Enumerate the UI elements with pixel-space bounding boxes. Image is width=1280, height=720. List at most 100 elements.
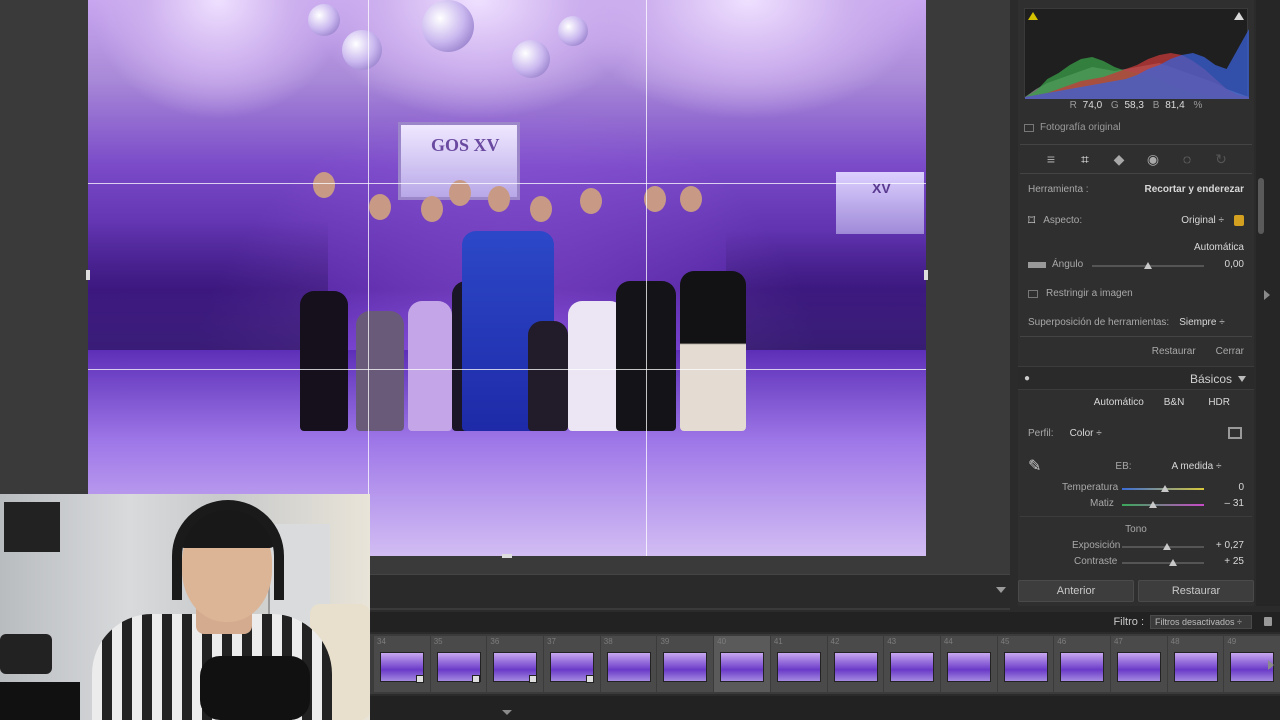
table (0, 682, 80, 720)
sliders-icon[interactable]: ≡ (1042, 150, 1060, 168)
filmstrip-thumbnail[interactable]: 48 (1167, 636, 1224, 692)
automatica-button[interactable]: Automática (1194, 242, 1244, 253)
filmstrip-thumbnail[interactable]: 47 (1110, 636, 1167, 692)
contraste-value[interactable]: + 25 (1224, 556, 1244, 567)
filmstrip-thumbnail[interactable]: 40 (714, 636, 770, 692)
temperatura-slider[interactable] (1122, 485, 1204, 492)
filmstrip-thumbnail[interactable]: 46 (1054, 636, 1110, 692)
original-photo-toggle[interactable]: Fotografía original (1024, 122, 1121, 133)
thumbnail-number: 49 (1227, 637, 1237, 646)
restringir-checkbox[interactable] (1028, 289, 1038, 298)
angulo-slider-thumb[interactable] (1144, 262, 1152, 269)
contraste-slider[interactable] (1122, 559, 1204, 566)
edited-badge-icon (585, 675, 594, 683)
eraser-icon[interactable]: ◆ (1110, 150, 1128, 168)
exposicion-value[interactable]: + 0,27 (1216, 540, 1244, 551)
filmstrip-thumbnail[interactable]: 39 (657, 636, 714, 692)
temperatura-slider-thumb[interactable] (1160, 485, 1169, 492)
matiz-slider[interactable] (1122, 501, 1204, 508)
level-icon[interactable] (1028, 261, 1046, 268)
thumbnail-image (946, 652, 991, 682)
exposicion-slider[interactable] (1122, 543, 1204, 550)
profile-browser-icon[interactable] (1228, 427, 1242, 439)
shadow-clipping-icon[interactable] (1028, 12, 1038, 20)
filmstrip-thumbnail[interactable]: 43 (884, 636, 940, 692)
temperatura-label: Temperatura (1062, 482, 1119, 493)
thumbnail-number: 46 (1057, 637, 1067, 646)
r-value: 74,0 (1082, 100, 1103, 111)
superposicion-select[interactable]: Siempre ÷ (1179, 317, 1225, 328)
crop-frame-icon[interactable]: ⌑ (1028, 212, 1035, 229)
crop-icon[interactable]: ⌗ (1076, 150, 1094, 168)
matiz-slider-thumb[interactable] (1149, 501, 1158, 508)
filter-lock-icon[interactable] (1264, 617, 1272, 626)
filmstrip-thumbnail[interactable]: 41 (770, 636, 827, 692)
filmstrip-next-icon[interactable] (1268, 660, 1274, 670)
collapse-triangle-icon[interactable] (1238, 376, 1246, 382)
lock-icon[interactable] (1234, 215, 1244, 226)
perfil-select[interactable]: Color ÷ (1070, 428, 1102, 439)
eye-icon[interactable]: ● (1024, 373, 1030, 384)
anterior-button[interactable]: Anterior (1018, 580, 1134, 602)
head (369, 194, 391, 220)
thumbnail-image (720, 652, 765, 682)
angulo-slider[interactable] (1092, 262, 1204, 269)
collapse-panel-icon[interactable] (1264, 290, 1270, 300)
photo-preview[interactable]: GOS XV XV (88, 0, 926, 556)
tono-label: Tono (1125, 524, 1147, 535)
filtro-select[interactable]: Filtros desactivados ÷ (1150, 615, 1252, 629)
aspecto-label: Aspecto: (1043, 215, 1083, 226)
percent-unit: % (1193, 100, 1203, 111)
basicos-panel-header[interactable]: ● Básicos (1018, 366, 1254, 390)
tab-hdr[interactable]: HDR (1208, 397, 1230, 408)
eyedropper-icon[interactable]: ✎ (1028, 456, 1041, 476)
temperatura-value[interactable]: 0 (1238, 482, 1244, 493)
crop-handle-bottom[interactable] (502, 554, 512, 558)
crop-handle-left[interactable] (86, 270, 90, 280)
filmstrip-thumbnail[interactable]: 38 (600, 636, 657, 692)
panel-scrollbar[interactable] (1258, 178, 1264, 234)
filmstrip-thumbnail[interactable]: 37 (544, 636, 600, 692)
cerrar-crop-button[interactable]: Cerrar (1216, 346, 1244, 357)
herramienta-value: Recortar y enderezar (1144, 184, 1245, 195)
mask-icon[interactable]: ◌ (1178, 150, 1196, 168)
exposicion-slider-thumb[interactable] (1163, 543, 1172, 550)
toolbar-dropdown-icon[interactable] (996, 587, 1006, 593)
superposicion-row: Superposición de herramientas: Siempre ÷ (1028, 317, 1244, 328)
highlight-clipping-icon[interactable] (1234, 12, 1244, 20)
filmstrip-thumbnail[interactable]: 42 (827, 636, 884, 692)
panel-bottom-buttons: Anterior Restaurar (1018, 580, 1254, 602)
histogram-graph (1025, 29, 1249, 99)
thumbnail-number: 40 (717, 637, 727, 646)
edited-badge-icon (529, 675, 538, 683)
eb-select[interactable]: A medida ÷ (1172, 461, 1222, 472)
herramienta-row: Herramienta : Recortar y enderezar (1028, 184, 1244, 195)
scroll-down-icon[interactable] (502, 710, 512, 715)
filmstrip-scroll[interactable] (370, 696, 1280, 720)
filmstrip-thumbnail[interactable]: 35 (430, 636, 487, 692)
aspecto-select[interactable]: Original ÷ (1181, 215, 1224, 226)
restringir-row[interactable]: Restringir a imagen (1028, 288, 1244, 299)
filmstrip-thumbnail[interactable]: 44 (940, 636, 997, 692)
tool-strip: ≡ ⌗ ◆ ◉ ◌ ↻ (1020, 144, 1252, 174)
automatica-row: Automática (1028, 242, 1244, 253)
tab-bn[interactable]: B&N (1164, 397, 1185, 408)
redeye-icon[interactable]: ◉ (1144, 150, 1162, 168)
restaurar-crop-button[interactable]: Restaurar (1152, 346, 1196, 357)
panel-edge (1256, 0, 1280, 606)
rotate-icon[interactable]: ↻ (1212, 150, 1230, 168)
filmstrip-thumbnail[interactable]: 36 (487, 636, 544, 692)
matiz-label: Matiz (1090, 498, 1114, 509)
matiz-value[interactable]: – 31 (1225, 498, 1244, 509)
filmstrip-thumbnail[interactable]: 34 (374, 636, 430, 692)
restaurar-button[interactable]: Restaurar (1138, 580, 1254, 602)
filmstrip-thumbnail[interactable]: 45 (997, 636, 1054, 692)
crop-handle-right[interactable] (924, 270, 928, 280)
person (528, 321, 568, 431)
thumbnail-number: 43 (887, 637, 897, 646)
tab-automatico[interactable]: Automático (1094, 397, 1144, 408)
contraste-slider-thumb[interactable] (1168, 559, 1177, 566)
filmstrip-header: Filtro : Filtros desactivados ÷ (370, 612, 1280, 632)
original-photo-checkbox[interactable] (1024, 123, 1034, 132)
person (300, 291, 348, 431)
